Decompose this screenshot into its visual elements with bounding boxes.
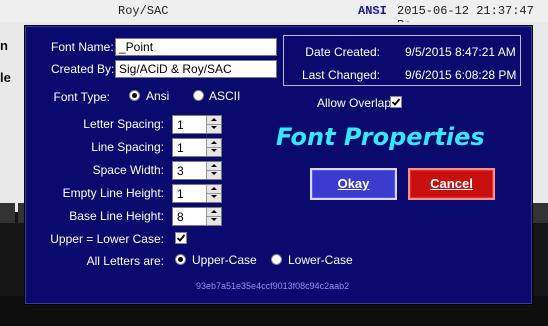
checkmark-icon	[391, 98, 401, 106]
date-created-value: 9/5/2015 8:47:21 AM	[405, 45, 516, 59]
all-letters-lower-label[interactable]: Lower-Case	[288, 253, 353, 267]
empty-line-height-down-button[interactable]	[207, 193, 221, 201]
okay-button[interactable]: Okay	[310, 168, 397, 200]
line-spacing-spinner[interactable]: 1	[172, 138, 222, 157]
font-properties-dialog: Font Name: _Point Created By: Sig/ACiD &…	[25, 26, 532, 304]
cancel-button[interactable]: Cancel	[408, 168, 495, 200]
last-changed-label: Last Changed:	[301, 68, 380, 82]
base-line-height-value[interactable]: 8	[177, 210, 184, 224]
line-spacing-label: Line Spacing:	[91, 140, 164, 154]
letter-spacing-down-button[interactable]	[207, 124, 221, 132]
font-name-input[interactable]: _Point	[115, 38, 277, 56]
letter-spacing-label: Letter Spacing:	[83, 117, 164, 131]
allow-overlap-label: Allow Overlap:	[317, 96, 395, 110]
arrow-up-icon	[211, 164, 217, 167]
font-type-ansi-label[interactable]: Ansi	[146, 89, 169, 103]
arrow-down-icon	[211, 218, 217, 221]
arrow-down-icon	[211, 149, 217, 152]
line-spacing-down-button[interactable]	[207, 147, 221, 155]
background-row-encoding: ANSI	[358, 4, 387, 18]
base-line-height-label: Base Line Height:	[69, 209, 164, 223]
all-letters-label: All Letters are:	[86, 254, 164, 268]
empty-line-height-value[interactable]: 1	[177, 187, 184, 201]
all-letters-lower-radio[interactable]	[271, 254, 282, 265]
letter-spacing-spinner[interactable]: 1	[172, 115, 222, 134]
upper-lower-case-label: Upper = Lower Case:	[50, 232, 164, 246]
arrow-down-icon	[211, 126, 217, 129]
font-type-ansi-radio[interactable]	[129, 90, 140, 101]
font-type-ascii-label[interactable]: ASCII	[209, 89, 240, 103]
date-info-panel: Date Created: 9/5/2015 8:47:21 AM Last C…	[283, 35, 521, 86]
last-changed-value: 9/6/2015 6:08:28 PM	[405, 68, 517, 82]
background-row-user: Roy/SAC	[118, 4, 169, 18]
line-spacing-value[interactable]: 1	[177, 141, 184, 155]
all-letters-upper-radio[interactable]	[175, 254, 186, 265]
all-letters-upper-label[interactable]: Upper-Case	[192, 253, 257, 267]
background-font-list-row: Roy/SAC ANSI 2015-06-12 21:37:47 Re	[0, 0, 548, 32]
empty-line-height-spinner[interactable]: 1	[172, 184, 222, 203]
created-by-input[interactable]: Sig/ACiD & Roy/SAC	[115, 60, 277, 78]
arrow-down-icon	[211, 195, 217, 198]
arrow-down-icon	[211, 172, 217, 175]
space-width-spinner[interactable]: 3	[172, 161, 222, 180]
base-line-height-down-button[interactable]	[207, 216, 221, 224]
dialog-title: Font Properties	[276, 123, 485, 151]
arrow-up-icon	[211, 118, 217, 121]
date-created-label: Date Created:	[305, 45, 380, 59]
space-width-label: Space Width:	[92, 163, 164, 177]
font-type-label: Font Type:	[53, 90, 110, 104]
letter-spacing-value[interactable]: 1	[177, 118, 184, 132]
upper-lower-case-checkbox[interactable]	[175, 232, 187, 244]
space-width-down-button[interactable]	[207, 170, 221, 178]
arrow-up-icon	[211, 210, 217, 213]
font-type-ascii-radio[interactable]	[193, 90, 204, 101]
allow-overlap-checkbox[interactable]	[390, 96, 402, 108]
arrow-up-icon	[211, 187, 217, 190]
font-name-label: Font Name:	[51, 40, 114, 54]
font-hash: 93eb7a51e35e4ccf9013f08c94c2aab2	[196, 281, 350, 291]
space-width-value[interactable]: 3	[177, 164, 184, 178]
checkmark-icon	[176, 234, 186, 242]
base-line-height-spinner[interactable]: 8	[172, 207, 222, 226]
created-by-label: Created By:	[51, 62, 115, 76]
arrow-up-icon	[211, 141, 217, 144]
background-left-label-2: le	[0, 70, 11, 85]
background-left-label-1: n	[0, 38, 8, 53]
empty-line-height-label: Empty Line Height:	[62, 186, 164, 200]
